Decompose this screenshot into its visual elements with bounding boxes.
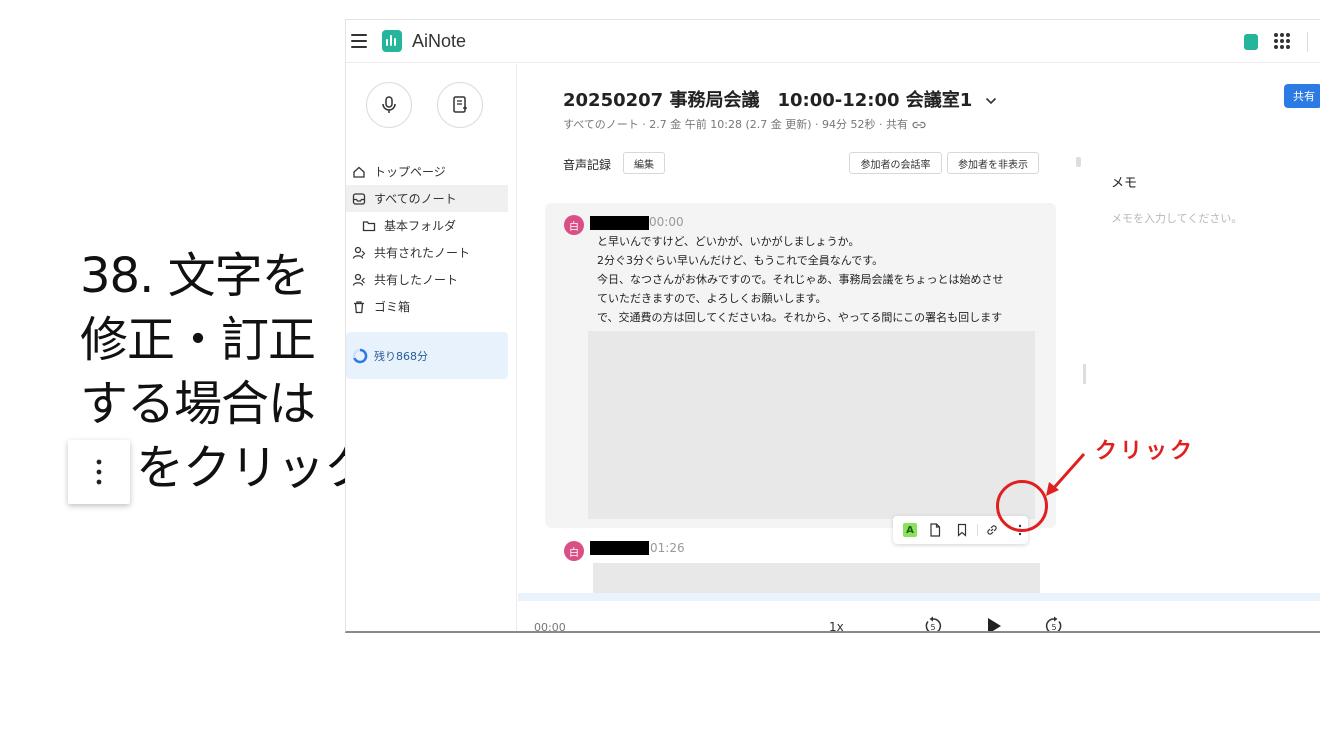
sidebar-item-label: 基本フォルダ [384,219,457,233]
remaining-minutes[interactable]: 残り868分 [346,332,508,379]
note-title[interactable]: 20250207 事務局会議 10:00-12:00 会議室1 [563,86,997,112]
inbox-icon [352,192,366,205]
svg-text:5: 5 [930,623,935,632]
playback-time: 00:00 [534,621,566,633]
instruction-line-2: 修正・訂正 [80,312,316,368]
note-meta-text: すべてのノート · 2.7 金 午前 10:28 (2.7 金 更新) · 94… [563,118,908,131]
link-icon[interactable] [984,522,1000,538]
top-divider [1307,32,1308,52]
transcript-line: ていただきますので、よろしくお願いします。 [597,292,827,305]
svg-text:5: 5 [1051,623,1056,632]
main-content: 20250207 事務局会議 10:00-12:00 会議室1 共有 すべてのノ… [518,64,1320,633]
remaining-label: 残り868分 [374,349,428,363]
apps-grid-icon[interactable] [1274,33,1290,49]
sidebar-item-shared-by-me[interactable]: 共有したノート [346,266,508,293]
person-share-icon [352,273,365,286]
play-icon[interactable] [985,616,1003,633]
sidebar-item-basic-folder[interactable]: 基本フォルダ [346,212,508,239]
transcript-line: で、交通費の方は回してくださいね。それから、やってる間にこの署名も回します [597,311,1003,324]
sidebar-nav: トップページ すべてのノート 基本フォルダ 共有されたノート 共有したノート ゴ… [346,158,508,320]
sidebar-item-label: トップページ [374,165,446,179]
transcript-line: と早いんですけど、どいかが、いかがしましょうか。 [597,235,860,248]
microphone-icon [382,96,396,113]
scrollbar[interactable] [1076,157,1081,167]
top-bar: AiNote [346,20,1320,63]
section-label: 音声記録 [563,158,612,172]
speed-button[interactable]: 1x [829,620,844,631]
progress-ring-icon [352,348,368,363]
more-vertical-icon [96,459,102,485]
speaker-avatar: 白 [564,541,584,561]
redacted-speaker-name [590,216,649,230]
document-icon[interactable] [927,522,943,538]
participants-rate-button[interactable]: 参加者の会話率 [849,152,942,174]
sidebar-item-shared-with-me[interactable]: 共有されたノート [346,239,508,266]
home-icon [353,166,365,178]
folder-icon [362,220,376,231]
timestamp[interactable]: 00:00 [649,215,684,229]
rewind-5-icon[interactable]: 5 [923,616,943,633]
new-note-button[interactable] [437,82,483,128]
memo-title: メモ [1111,176,1138,191]
note-title-text: 20250207 事務局会議 10:00-12:00 会議室1 [563,90,973,111]
transcript-line: 今日、なつさんがお休みですので。それじゃあ、事務局会議をちょっとは始めさせ [597,273,1004,286]
callout-label: クリック [1095,439,1196,464]
speaker-avatar: 白 [564,215,584,235]
instruction-line-3: する場合は [80,376,316,432]
toolbar-divider [977,524,978,536]
sidebar-item-label: 共有したノート [374,273,459,287]
person-shared-icon [352,246,366,259]
note-add-icon [453,96,467,113]
player-progress-track[interactable] [518,593,1320,601]
highlight-button[interactable]: A [903,523,917,537]
app-name: AiNote [412,31,467,51]
ainote-mini-logo[interactable] [1244,34,1258,50]
audio-player: 00:00 1x 5 5 [518,601,1320,633]
edit-button[interactable]: 編集 [623,152,665,174]
transcript-entry[interactable]: 白 00:00 と早いんですけど、どいかが、いかがしましょうか。 2分ぐ3分ぐら… [545,203,1056,528]
callout-arrow-icon [1046,453,1086,496]
note-meta: すべてのノート · 2.7 金 午前 10:28 (2.7 金 更新) · 94… [563,116,926,132]
hide-participants-button[interactable]: 参加者を非表示 [947,152,1039,174]
redacted-speaker-name [590,541,649,555]
sidebar-item-label: ゴミ箱 [374,300,411,314]
sidebar-item-all-notes[interactable]: すべてのノート [346,185,508,212]
share-button[interactable]: 共有 [1284,84,1320,108]
sidebar-item-top[interactable]: トップページ [346,158,508,185]
memo-input[interactable]: メモを入力してください。 [1111,210,1242,226]
trash-icon [354,300,364,313]
transcript-placeholder-block [588,331,1035,519]
ainote-logo [382,30,402,52]
record-button[interactable] [366,82,412,128]
bookmark-icon[interactable] [954,522,970,538]
menu-icon[interactable] [351,34,367,48]
chevron-down-icon[interactable] [985,97,997,105]
sidebar-item-label: すべてのノート [374,192,457,206]
link-icon[interactable] [911,120,926,130]
callout-circle [996,480,1048,532]
sidebar-item-trash[interactable]: ゴミ箱 [346,293,508,320]
transcript-line: 2分ぐ3分ぐらい早いんだけど、もうこれで全員なんです。 [597,254,884,267]
sidebar: トップページ すべてのノート 基本フォルダ 共有されたノート 共有したノート ゴ… [346,64,517,631]
panel-resize-handle[interactable] [1083,364,1086,384]
timestamp[interactable]: 01:26 [650,541,685,555]
sidebar-item-label: 共有されたノート [374,246,471,260]
app-window: AiNote トップページ すべてのノート 基本フォルダ 共有されたノート 共有… [345,19,1320,633]
kebab-icon-sample [68,440,130,504]
instruction-line-1: 38. 文字を [80,248,310,304]
forward-5-icon[interactable]: 5 [1044,616,1064,633]
